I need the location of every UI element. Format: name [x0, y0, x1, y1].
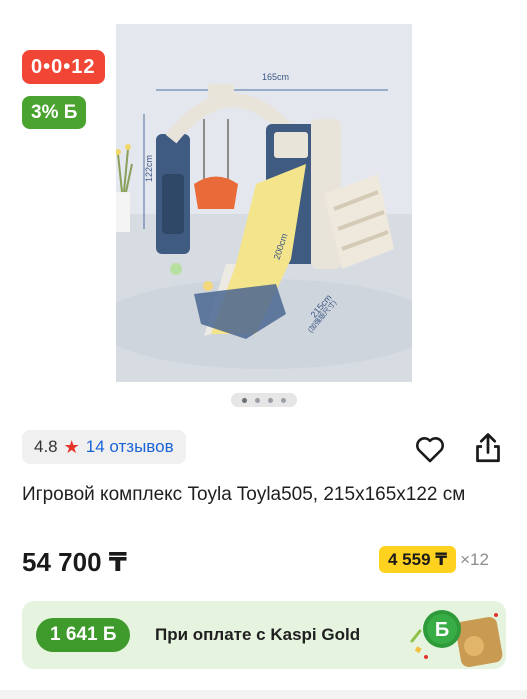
product-title: Игровой комплекс Toyla Toyla505, 215x165…	[22, 484, 466, 505]
kaspi-gold-banner[interactable]: 1 641 Б При оплате с Kaspi Gold Б	[22, 601, 506, 669]
heart-icon	[416, 437, 444, 463]
star-icon: ★	[63, 437, 80, 457]
playground-illustration: 165cm 122cm 200cm 215cm (加强版尺寸)	[116, 24, 412, 382]
favorite-button[interactable]	[413, 432, 447, 466]
kaspi-coin-decoration: Б	[410, 610, 503, 668]
bonus-percent-badge: 3% Б	[22, 96, 87, 129]
carousel-dot[interactable]	[255, 397, 260, 403]
product-gallery[interactable]: 165cm 122cm 200cm 215cm (加强版尺寸) 0•0•12 3…	[0, 0, 527, 410]
kaspi-bonus-pill: 1 641 Б	[36, 618, 131, 652]
carousel-dot[interactable]	[281, 397, 286, 403]
installment-info[interactable]: 4 559 ₸ ×12	[379, 546, 489, 573]
installment-amount: 4 559 ₸	[379, 546, 457, 573]
rating-pill[interactable]: 4.8 ★ 14 отзывов	[22, 430, 186, 464]
carousel-dot[interactable]	[268, 397, 273, 403]
share-button[interactable]	[470, 430, 506, 466]
kaspi-gold-text: При оплате с Kaspi Gold	[155, 625, 361, 644]
product-price: 54 700 ₸	[22, 547, 127, 577]
width-measurement: 165cm	[262, 72, 289, 82]
share-icon	[476, 433, 500, 463]
product-photo[interactable]: 165cm 122cm 200cm 215cm (加强版尺寸)	[116, 24, 412, 382]
installment-multiplier: ×12	[460, 549, 489, 569]
bottom-divider	[0, 690, 527, 699]
kaspi-coin-glyph: Б	[435, 619, 449, 641]
height-measurement: 122cm	[144, 155, 154, 182]
timer-badge: 0•0•12	[22, 50, 105, 84]
carousel-indicator[interactable]	[231, 393, 297, 407]
reviews-link[interactable]: 14 отзывов	[86, 437, 174, 457]
rating-score: 4.8	[34, 437, 58, 456]
carousel-dot-active[interactable]	[242, 397, 247, 403]
